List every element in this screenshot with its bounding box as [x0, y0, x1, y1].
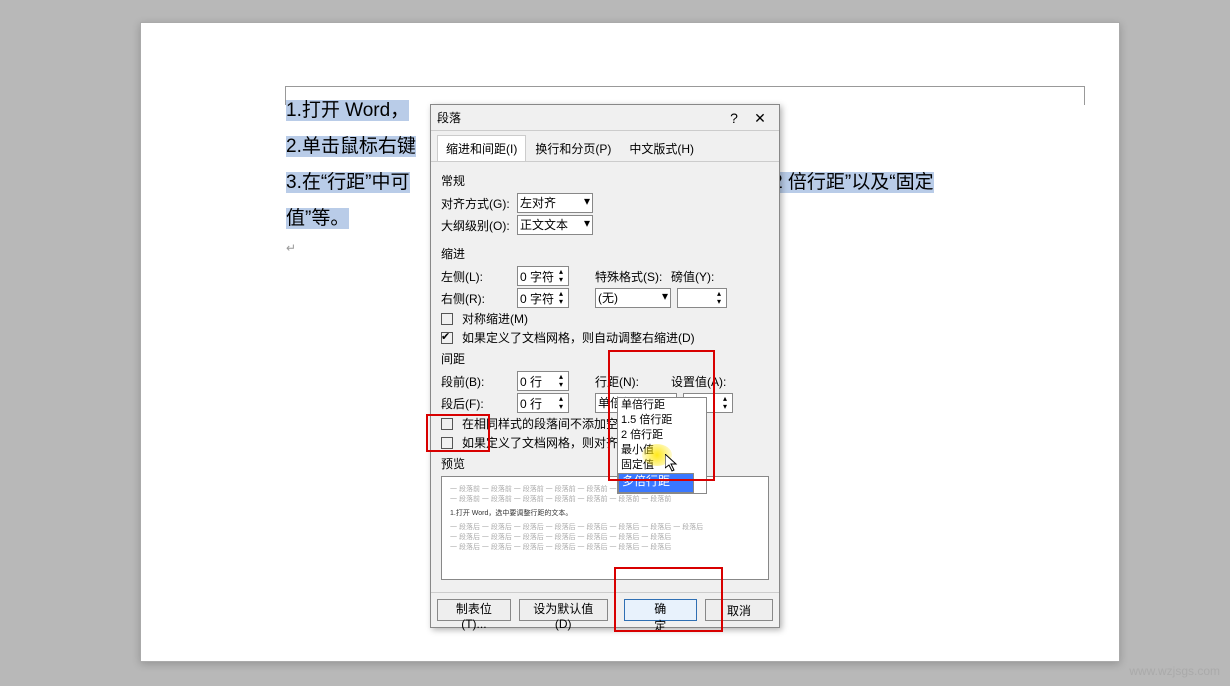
tab-line-break[interactable]: 换行和分页(P) — [526, 135, 620, 161]
dialog-titlebar[interactable]: 段落 ? ✕ — [431, 105, 779, 131]
preview-box: 一 段落前 一 段落前 一 段落前 一 段落前 一 段落前 一 段落前 一 段落… — [441, 476, 769, 580]
linespace-label: 行距(N): — [595, 373, 665, 390]
align-label: 对齐方式(G): — [441, 195, 511, 212]
section-spacing: 间距 — [441, 350, 769, 367]
opt-multiple[interactable]: 多倍行距 — [618, 473, 694, 493]
close-button[interactable]: ✕ — [747, 107, 773, 129]
after-label: 段后(F): — [441, 395, 511, 412]
opt-double[interactable]: 2 倍行距 — [618, 428, 706, 443]
opt-exactly[interactable]: 固定值 — [618, 458, 706, 473]
paragraph-dialog: 段落 ? ✕ 缩进和间距(I) 换行和分页(P) 中文版式(H) 常规 对齐方式… — [430, 104, 780, 628]
align-select[interactable]: 左对齐 ▾ — [517, 193, 593, 213]
default-button[interactable]: 设为默认值(D) — [519, 599, 608, 621]
cancel-button[interactable]: 取消 — [705, 599, 773, 621]
right-indent-input[interactable]: 0 字符▴▾ — [517, 288, 569, 308]
left-indent-label: 左侧(L): — [441, 268, 511, 285]
by-input[interactable]: ▴▾ — [677, 288, 727, 308]
ok-button[interactable]: 确定 — [624, 599, 697, 621]
opt-single[interactable]: 单倍行距 — [618, 398, 706, 413]
by-label: 磅值(Y): — [671, 268, 741, 285]
nospace-checkbox[interactable] — [441, 418, 453, 430]
special-label: 特殊格式(S): — [595, 268, 665, 285]
ruler-marker — [285, 86, 1085, 87]
linespace-dropdown[interactable]: 单倍行距 1.5 倍行距 2 倍行距 最小值 固定值 多倍行距 — [617, 397, 707, 494]
dialog-title: 段落 — [437, 109, 721, 126]
outline-label: 大纲级别(O): — [441, 217, 511, 234]
tab-asian[interactable]: 中文版式(H) — [620, 135, 703, 161]
watermark: www.wzjsgs.com — [1129, 664, 1220, 678]
opt-atleast[interactable]: 最小值 — [618, 443, 706, 458]
section-preview: 预览 — [441, 455, 769, 472]
special-select[interactable]: (无) ▾ — [595, 288, 671, 308]
tab-indent-spacing[interactable]: 缩进和间距(I) — [437, 135, 526, 161]
setat-label: 设置值(A): — [671, 373, 741, 390]
help-button[interactable]: ? — [721, 107, 747, 129]
grid-indent-checkbox[interactable] — [441, 332, 453, 344]
mirror-checkbox[interactable] — [441, 313, 453, 325]
before-input[interactable]: 0 行▴▾ — [517, 371, 569, 391]
section-indent: 缩进 — [441, 245, 769, 262]
grid-align-checkbox[interactable] — [441, 437, 453, 449]
right-indent-label: 右侧(R): — [441, 290, 511, 307]
section-general: 常规 — [441, 172, 769, 189]
tabs-button[interactable]: 制表位(T)... — [437, 599, 511, 621]
left-indent-input[interactable]: 0 字符▴▾ — [517, 266, 569, 286]
after-input[interactable]: 0 行▴▾ — [517, 393, 569, 413]
outline-select[interactable]: 正文文本 ▾ — [517, 215, 593, 235]
opt-1-5[interactable]: 1.5 倍行距 — [618, 413, 706, 428]
before-label: 段前(B): — [441, 373, 511, 390]
